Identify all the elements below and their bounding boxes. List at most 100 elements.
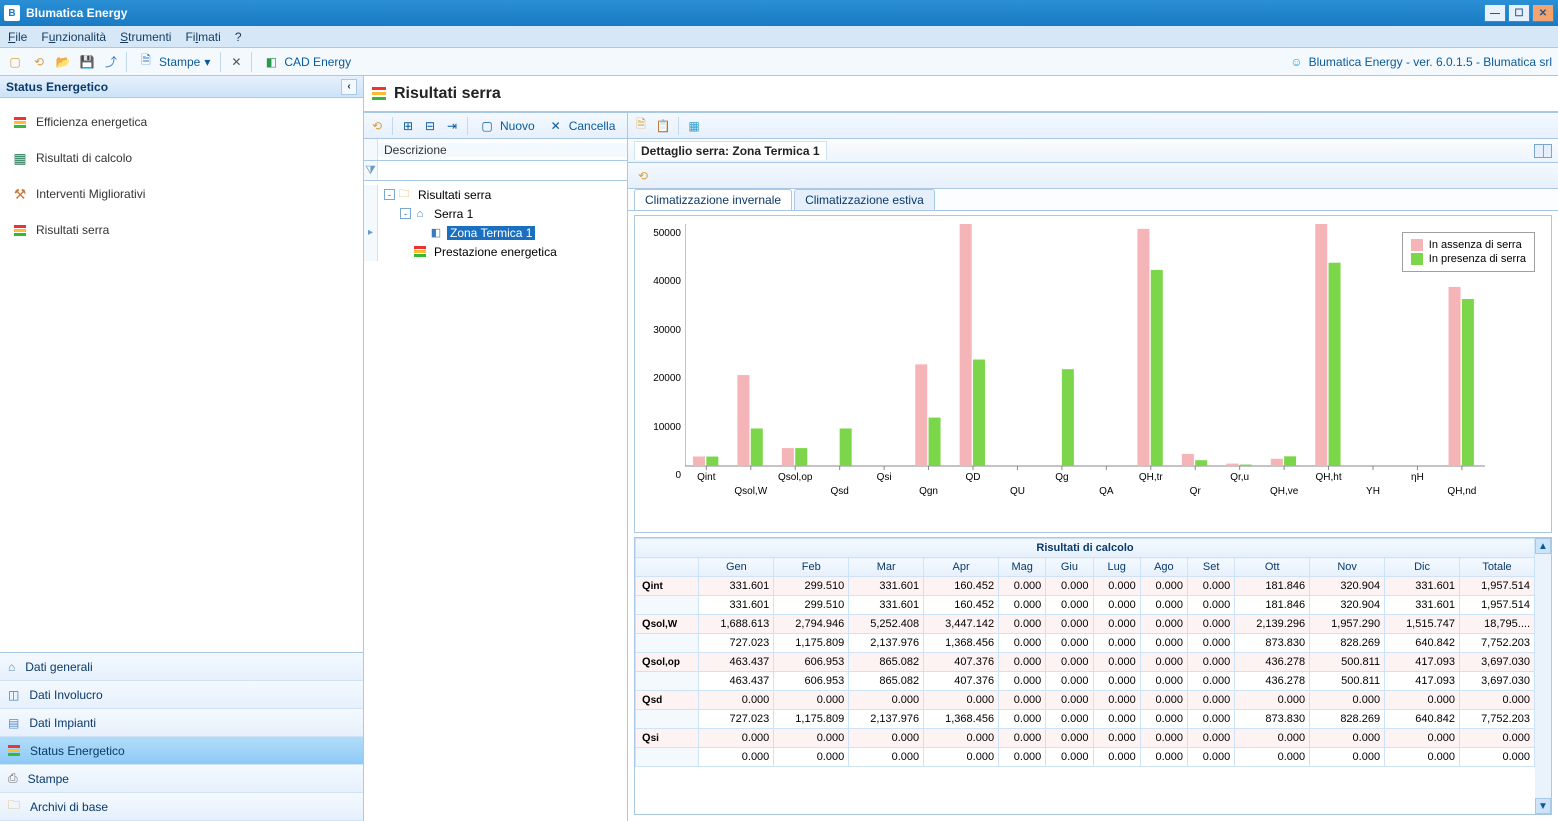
stampe-dropdown[interactable]: 🗎 Stampe ▾ — [133, 51, 214, 73]
cell: 3,447.142 — [924, 615, 999, 634]
sidebar-item-1[interactable]: ▦Risultati di calcolo — [0, 140, 363, 176]
cell: 1,957.514 — [1460, 577, 1535, 596]
bars-icon — [8, 745, 20, 756]
cell: 0.000 — [1235, 691, 1310, 710]
bottom-nav-2[interactable]: ▤Dati Impianti — [0, 709, 363, 737]
tree-node-3[interactable]: Prestazione energetica — [364, 242, 627, 261]
tools-icon[interactable]: ✕ — [227, 53, 245, 71]
table-icon[interactable]: ▦ — [685, 117, 703, 135]
bottom-nav-label: Dati Involucro — [29, 688, 102, 702]
export-icon[interactable]: ⤴ — [102, 53, 120, 71]
menu-strumenti[interactable]: Strumenti — [120, 30, 171, 44]
menu-filmati[interactable]: Filmati — [185, 30, 220, 44]
sidebar-item-2[interactable]: ⚒Interventi Migliorativi — [0, 176, 363, 212]
cell: 0.000 — [1140, 710, 1187, 729]
bar — [929, 418, 941, 466]
x-tick-label: QH,ht — [1315, 472, 1341, 483]
menu-file[interactable]: File — [8, 30, 27, 44]
cell: 463.437 — [699, 672, 774, 691]
tree-node-2[interactable]: ▸◧Zona Termica 1 — [364, 223, 627, 242]
cell: 299.510 — [774, 577, 849, 596]
bottom-nav-1[interactable]: ◫Dati Involucro — [0, 681, 363, 709]
nuovo-button[interactable]: ▢ Nuovo — [474, 115, 539, 137]
scroll-up-icon[interactable]: ▲ — [1535, 538, 1551, 554]
cad-energy-button[interactable]: ◧ CAD Energy — [258, 51, 355, 73]
y-tick-label: 20000 — [653, 373, 681, 384]
maximize-button[interactable]: ☐ — [1508, 4, 1530, 22]
x-tick-label: Qint — [697, 472, 715, 483]
cancella-button[interactable]: ✕ Cancella — [543, 115, 620, 137]
x-tick-label: Qr — [1190, 486, 1201, 497]
clone-icon[interactable]: 🗎 — [632, 117, 650, 135]
x-tick-label: QD — [966, 472, 981, 483]
tab-0[interactable]: Climatizzazione invernale — [634, 189, 792, 210]
x-tick-label: QA — [1099, 486, 1113, 497]
filter-input[interactable] — [378, 161, 627, 180]
col-header: Mar — [849, 558, 924, 577]
new-file-icon[interactable]: ▢ — [6, 53, 24, 71]
cell: 160.452 — [924, 596, 999, 615]
bottom-nav-5[interactable]: 🗀Archivi di base — [0, 793, 363, 821]
vertical-scrollbar[interactable]: ▲ ▼ — [1535, 538, 1551, 814]
x-tick-label: YH — [1366, 486, 1380, 497]
refresh-icon[interactable]: ⟲ — [30, 53, 48, 71]
table-row: Qsd0.0000.0000.0000.0000.0000.0000.0000.… — [636, 691, 1535, 710]
cell: 0.000 — [1188, 577, 1235, 596]
results-tree: -🗀Risultati serra-⌂Serra 1▸◧Zona Termica… — [364, 181, 627, 821]
layout-icon[interactable] — [1534, 144, 1552, 158]
scroll-down-icon[interactable]: ▼ — [1535, 798, 1551, 814]
refresh-detail-icon[interactable]: ⟲ — [634, 167, 652, 185]
tree-node-0[interactable]: -🗀Risultati serra — [364, 185, 627, 204]
sidebar-item-0[interactable]: Efficienza energetica — [0, 104, 363, 140]
legend-item: In assenza di serra — [1411, 239, 1526, 251]
cell: 0.000 — [1140, 634, 1187, 653]
cell: 0.000 — [1140, 672, 1187, 691]
tree-label: Risultati serra — [415, 188, 494, 202]
save-icon[interactable]: 💾 — [78, 53, 96, 71]
collapse-button[interactable]: ‹ — [341, 79, 357, 95]
row-label: Qsol,op — [636, 653, 699, 672]
cell: 0.000 — [1093, 577, 1140, 596]
menu-funzionalita[interactable]: Funzionalità — [41, 30, 106, 44]
refresh-tree-icon[interactable]: ⟲ — [368, 117, 386, 135]
goto-icon[interactable]: ⇥ — [443, 117, 461, 135]
cell: 2,137.976 — [849, 710, 924, 729]
row-label: Qsol,W — [636, 615, 699, 634]
minimize-button[interactable]: — — [1484, 4, 1506, 22]
expand-icon[interactable]: ⊞ — [399, 117, 417, 135]
x-tick-label: QH,nd — [1447, 486, 1476, 497]
cell: 640.842 — [1385, 634, 1460, 653]
tab-1[interactable]: Climatizzazione estiva — [794, 189, 935, 210]
tree-toolbar: ⟲ ⊞ ⊟ ⇥ ▢ Nuovo ✕ Cancella — [364, 113, 627, 139]
bar — [782, 448, 794, 466]
cell: 873.830 — [1235, 710, 1310, 729]
tree-node-1[interactable]: -⌂Serra 1 — [364, 204, 627, 223]
climate-tabs: Climatizzazione invernaleClimatizzazione… — [628, 189, 1558, 211]
stampe-icon: 🗎 — [137, 53, 155, 71]
app-title: Blumatica Energy — [26, 6, 127, 20]
filter-icon[interactable]: ⧩ — [364, 161, 378, 180]
expander-icon[interactable]: - — [384, 189, 395, 200]
sidebar-item-label: Risultati di calcolo — [36, 151, 132, 165]
col-header: Apr — [924, 558, 999, 577]
sidebar-item-3[interactable]: Risultati serra — [0, 212, 363, 248]
expander-icon[interactable]: - — [400, 208, 411, 219]
bottom-nav-3[interactable]: Status Energetico — [0, 737, 363, 765]
paste-icon[interactable]: 📋 — [654, 117, 672, 135]
cell: 0.000 — [1046, 710, 1093, 729]
bottom-nav-4[interactable]: ⎙Stampe — [0, 765, 363, 793]
collapse-icon[interactable]: ⊟ — [421, 117, 439, 135]
cell: 7,752.203 — [1460, 710, 1535, 729]
menu-help[interactable]: ? — [235, 30, 242, 44]
version-label: ☺ Blumatica Energy - ver. 6.0.1.5 - Blum… — [1290, 55, 1552, 69]
cell: 1,368.456 — [924, 710, 999, 729]
cell: 0.000 — [774, 691, 849, 710]
cell: 331.601 — [1385, 577, 1460, 596]
tree-label: Serra 1 — [431, 207, 476, 221]
close-button[interactable]: ✕ — [1532, 4, 1554, 22]
cell: 1,515.747 — [1385, 615, 1460, 634]
open-folder-icon[interactable]: 📂 — [54, 53, 72, 71]
cell: 0.000 — [1046, 615, 1093, 634]
bottom-nav-0[interactable]: ⌂Dati generali — [0, 653, 363, 681]
cell: 0.000 — [1046, 691, 1093, 710]
